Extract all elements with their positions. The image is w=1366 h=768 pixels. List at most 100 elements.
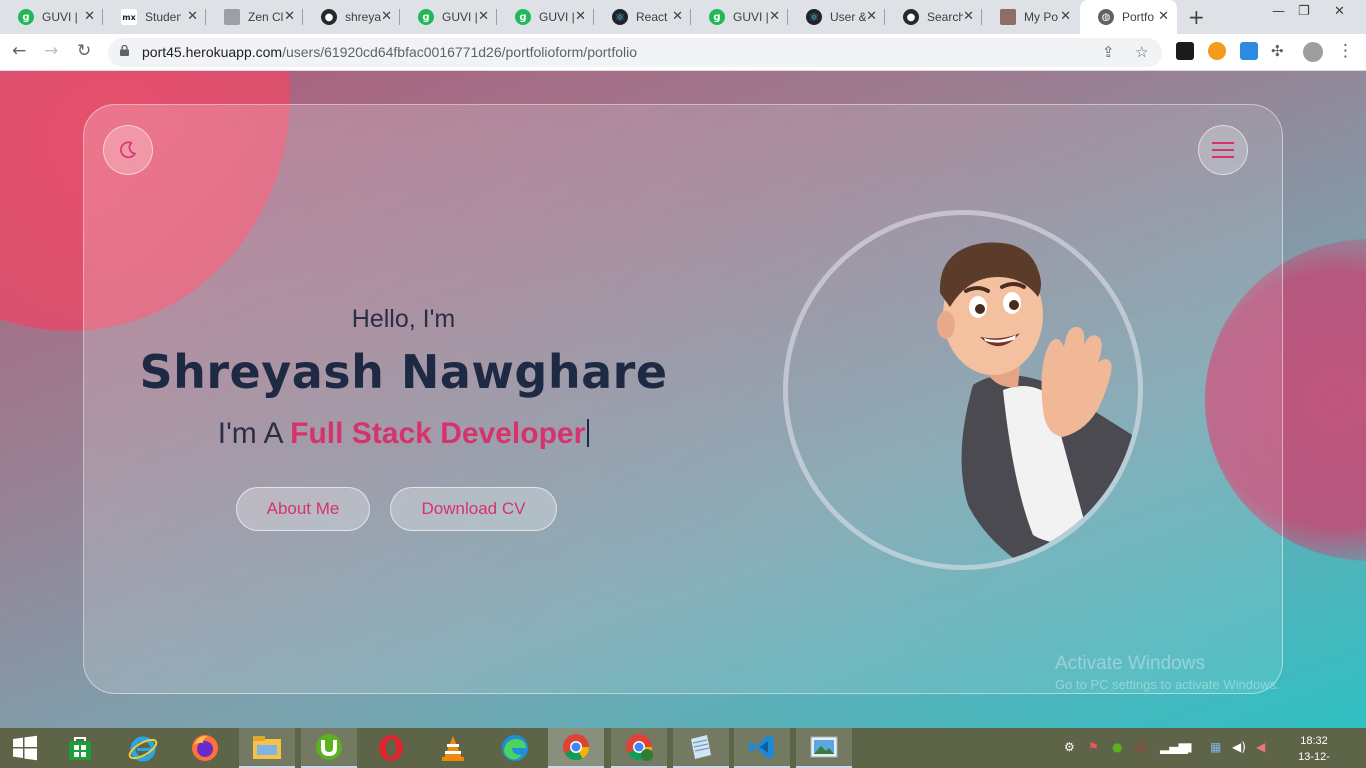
extension-icon[interactable] — [1176, 42, 1194, 60]
windows-taskbar: ⚙ ⚑ ● ○ ▂▄▆ ▮ ▦ ◀) ◀ 18:32 13-12-2021 — [0, 728, 1366, 768]
close-tab-icon[interactable]: ✕ — [381, 9, 392, 24]
browser-tab[interactable]: ⚛ React ✕ — [594, 0, 691, 34]
about-me-button[interactable]: About Me — [236, 487, 370, 531]
bookmark-star-icon[interactable]: ☆ — [1135, 43, 1148, 61]
close-tab-icon[interactable]: ✕ — [866, 9, 877, 24]
browser-tab[interactable]: My Po ✕ — [982, 0, 1079, 34]
mx-icon: mx — [121, 9, 137, 25]
hero-name: Shreyash Nawghare — [139, 345, 668, 399]
browser-tab[interactable]: g GUVI | ✕ — [691, 0, 788, 34]
portfolio-icon — [1000, 9, 1016, 25]
restore-button[interactable]: ❐ — [1298, 4, 1310, 19]
hamburger-icon — [1212, 142, 1234, 158]
start-button[interactable] — [0, 728, 50, 768]
vscode-icon[interactable] — [734, 728, 790, 768]
edge-icon[interactable] — [487, 728, 543, 768]
photos-icon[interactable] — [796, 728, 852, 768]
tab-title: My Po — [1024, 10, 1059, 24]
browser-tab[interactable]: g GUVI | ✕ — [0, 0, 103, 34]
forward-button[interactable]: → — [44, 41, 58, 61]
browser-tab[interactable]: mx Studen ✕ — [103, 0, 206, 34]
guvi-icon: g — [515, 9, 531, 25]
typing-caret — [587, 419, 590, 447]
react-icon: ⚛ — [806, 9, 822, 25]
tab-title: GUVI | — [42, 10, 78, 24]
vlc-icon[interactable] — [425, 728, 481, 768]
avatar-frame — [783, 210, 1143, 570]
close-tab-icon[interactable]: ✕ — [1158, 9, 1169, 24]
browser-tab[interactable]: g GUVI | ✕ — [400, 0, 497, 34]
firefox-icon[interactable] — [177, 728, 233, 768]
clock-date: 13-12-2021 — [1298, 751, 1330, 768]
share-icon[interactable]: ⇪ — [1102, 43, 1115, 61]
close-tab-icon[interactable]: ✕ — [769, 9, 780, 24]
role-prefix: I'm A — [217, 417, 291, 450]
menu-kebab-icon[interactable]: ⋮ — [1337, 41, 1354, 61]
wifi-signal-icon[interactable]: ▂▄▆ — [1160, 740, 1188, 754]
system-clock[interactable]: 18:32 13-12-2021 — [1286, 733, 1342, 768]
close-tab-icon[interactable]: ✕ — [575, 9, 586, 24]
utorrent-icon[interactable] — [301, 728, 357, 768]
battery-icon[interactable]: ▮ — [1186, 740, 1193, 754]
volume-icon[interactable]: ◀) — [1232, 740, 1246, 754]
profile-avatar[interactable] — [1303, 42, 1323, 62]
theme-toggle-button[interactable] — [103, 125, 153, 175]
close-tab-icon[interactable]: ✕ — [963, 9, 974, 24]
close-tab-icon[interactable]: ✕ — [1060, 9, 1071, 24]
tab-title: GUVI | — [539, 10, 575, 24]
github-icon: ● — [321, 9, 337, 25]
url-text: port45.herokuapp.com/users/61920cd64fbfa… — [142, 44, 637, 60]
extension-badge-icon[interactable] — [1208, 42, 1226, 60]
tab-title: Portfo — [1122, 10, 1155, 24]
browser-tab[interactable]: Zen Cl ✕ — [206, 0, 303, 34]
chrome-profile-icon[interactable] — [611, 728, 667, 768]
chrome-icon[interactable] — [548, 728, 604, 768]
url-path: /users/61920cd64fbfac0016771d26/portfoli… — [282, 44, 638, 60]
browser-tab-strip: g GUVI | ✕ mx Studen ✕ Zen Cl ✕ ● shreya… — [0, 0, 1366, 34]
tray-flag-icon[interactable]: ⚑ — [1088, 740, 1099, 754]
keyboard-language-icon[interactable]: ▦ — [1210, 740, 1221, 754]
new-tab-button[interactable]: + — [1188, 5, 1205, 29]
menu-button[interactable] — [1198, 125, 1248, 175]
file-explorer-icon[interactable] — [239, 728, 295, 768]
internet-explorer-icon[interactable] — [115, 728, 171, 768]
browser-tab-active[interactable]: ◍ Portfo ✕ — [1080, 0, 1177, 34]
tray-network-activity-icon[interactable]: ⚙ — [1064, 740, 1075, 754]
moon-icon — [120, 141, 136, 159]
address-bar[interactable]: port45.herokuapp.com/users/61920cd64fbfa… — [108, 38, 1162, 67]
guvi-icon: g — [18, 9, 34, 25]
notepad-icon[interactable] — [673, 728, 729, 768]
close-tab-icon[interactable]: ✕ — [284, 9, 295, 24]
activate-windows-title: Activate Windows — [1055, 653, 1205, 674]
guvi-icon: g — [418, 9, 434, 25]
tray-opera-icon[interactable]: ○ — [1136, 740, 1146, 754]
opera-icon[interactable] — [363, 728, 419, 768]
hero-role: I'm A Full Stack Developer — [1, 417, 806, 451]
download-cv-button[interactable]: Download CV — [390, 487, 557, 531]
tab-title: Search — [927, 10, 963, 24]
tab-title: Zen Cl — [248, 10, 284, 24]
browser-tab[interactable]: ⚛ User & ✕ — [788, 0, 885, 34]
windows-store-icon[interactable] — [52, 728, 108, 768]
mute-icon[interactable]: ◀ — [1256, 740, 1265, 754]
lock-icon — [120, 45, 129, 56]
tab-title: Studen — [145, 10, 181, 24]
reload-button[interactable]: ↻ — [77, 41, 91, 61]
puzzle-extensions-icon[interactable]: ✣ — [1271, 42, 1284, 60]
close-tab-icon[interactable]: ✕ — [672, 9, 683, 24]
browser-tab[interactable]: ● Search ✕ — [885, 0, 982, 34]
activate-windows-subtitle: Go to PC settings to activate Windows. — [1055, 677, 1280, 692]
tab-title: shreya — [345, 10, 381, 24]
tab-title: User & — [830, 10, 866, 24]
browser-tab[interactable]: g GUVI | ✕ — [497, 0, 594, 34]
zen-icon — [224, 9, 240, 25]
close-tab-icon[interactable]: ✕ — [84, 9, 95, 24]
tff-extension-icon[interactable] — [1240, 42, 1258, 60]
browser-tab[interactable]: ● shreya ✕ — [303, 0, 400, 34]
close-tab-icon[interactable]: ✕ — [478, 9, 489, 24]
close-tab-icon[interactable]: ✕ — [187, 9, 198, 24]
tray-utorrent-icon[interactable]: ● — [1112, 740, 1122, 754]
close-window-button[interactable]: ✕ — [1334, 4, 1345, 19]
minimize-button[interactable]: — — [1272, 4, 1285, 19]
back-button[interactable]: ← — [12, 41, 26, 61]
